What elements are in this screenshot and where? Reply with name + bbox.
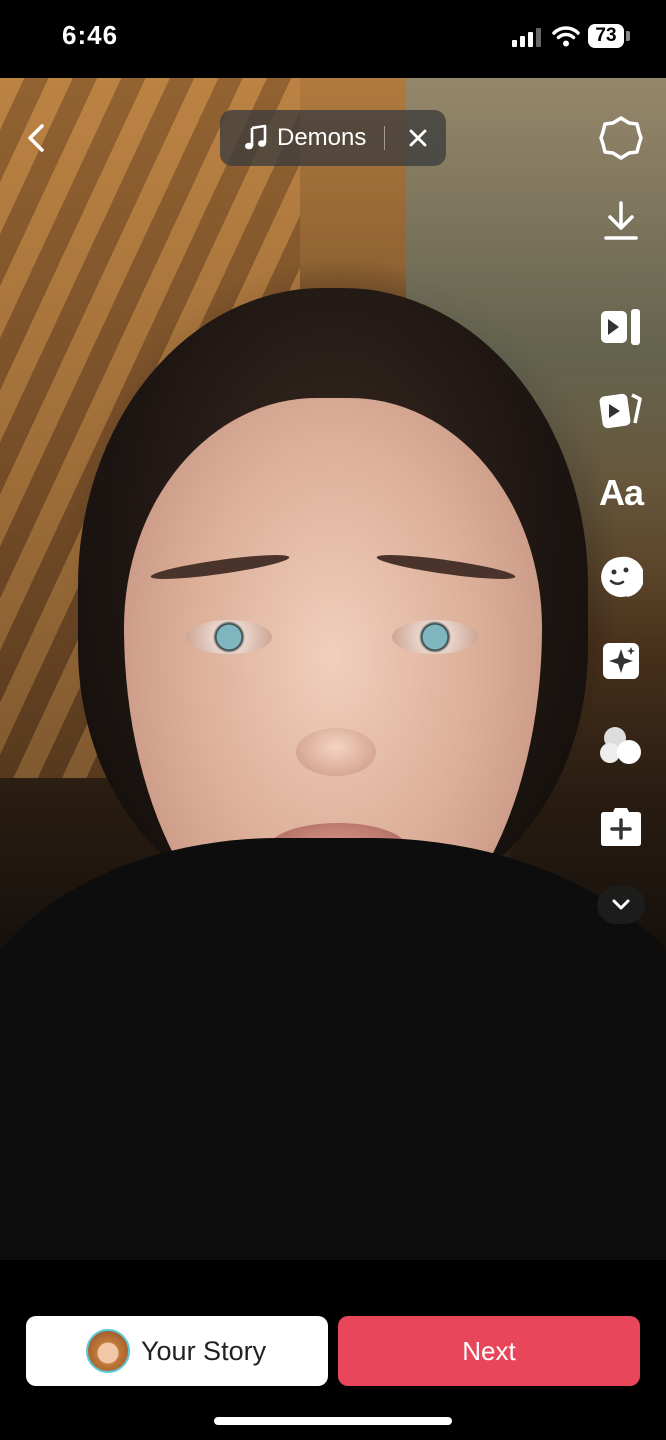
status-bar: 6:46 73 bbox=[0, 0, 666, 78]
text-icon: Aa bbox=[598, 472, 644, 513]
next-label: Next bbox=[462, 1336, 516, 1366]
next-button[interactable]: Next bbox=[338, 1316, 640, 1386]
wifi-icon bbox=[552, 26, 580, 47]
avatar bbox=[86, 1329, 130, 1373]
effects-button[interactable] bbox=[596, 636, 646, 686]
your-story-button[interactable]: Your Story bbox=[26, 1316, 328, 1386]
remove-sound-button[interactable] bbox=[404, 124, 432, 152]
sound-title: Demons bbox=[277, 124, 367, 151]
cellular-signal-icon bbox=[512, 27, 542, 47]
download-icon bbox=[604, 201, 638, 240]
portrait-nose bbox=[296, 728, 376, 776]
battery-tip bbox=[626, 31, 630, 41]
add-media-button[interactable] bbox=[596, 802, 646, 852]
text-button[interactable]: Aa bbox=[596, 468, 646, 518]
more-tools-button[interactable] bbox=[597, 886, 645, 924]
battery-indicator: 73 bbox=[588, 24, 624, 48]
filters-button[interactable] bbox=[596, 720, 646, 770]
add-media-icon bbox=[601, 808, 641, 846]
music-note-icon bbox=[245, 124, 267, 150]
filters-icon bbox=[600, 727, 641, 764]
templates-button[interactable] bbox=[596, 384, 646, 434]
portrait-left-eye bbox=[186, 620, 272, 654]
clip-edit-button[interactable] bbox=[596, 302, 646, 352]
effects-icon bbox=[603, 643, 639, 679]
back-button[interactable] bbox=[22, 120, 52, 156]
your-story-label: Your Story bbox=[141, 1336, 267, 1366]
stickers-button[interactable] bbox=[596, 552, 646, 602]
stickers-icon bbox=[601, 556, 643, 597]
clip-edit-icon bbox=[601, 309, 640, 345]
settings-button[interactable] bbox=[596, 113, 646, 163]
settings-icon bbox=[599, 116, 643, 160]
portrait-collar bbox=[0, 838, 666, 1260]
portrait-right-eye bbox=[392, 620, 478, 654]
status-time: 6:46 bbox=[62, 20, 119, 50]
chevron-down-icon bbox=[612, 899, 630, 910]
home-indicator bbox=[214, 1417, 452, 1425]
media-preview[interactable] bbox=[0, 78, 666, 1260]
pill-divider bbox=[384, 126, 385, 150]
download-button[interactable] bbox=[596, 196, 646, 246]
templates-icon bbox=[599, 393, 642, 429]
sound-pill[interactable]: Demons bbox=[220, 110, 446, 166]
close-icon bbox=[409, 129, 427, 147]
chevron-left-icon bbox=[28, 124, 44, 152]
